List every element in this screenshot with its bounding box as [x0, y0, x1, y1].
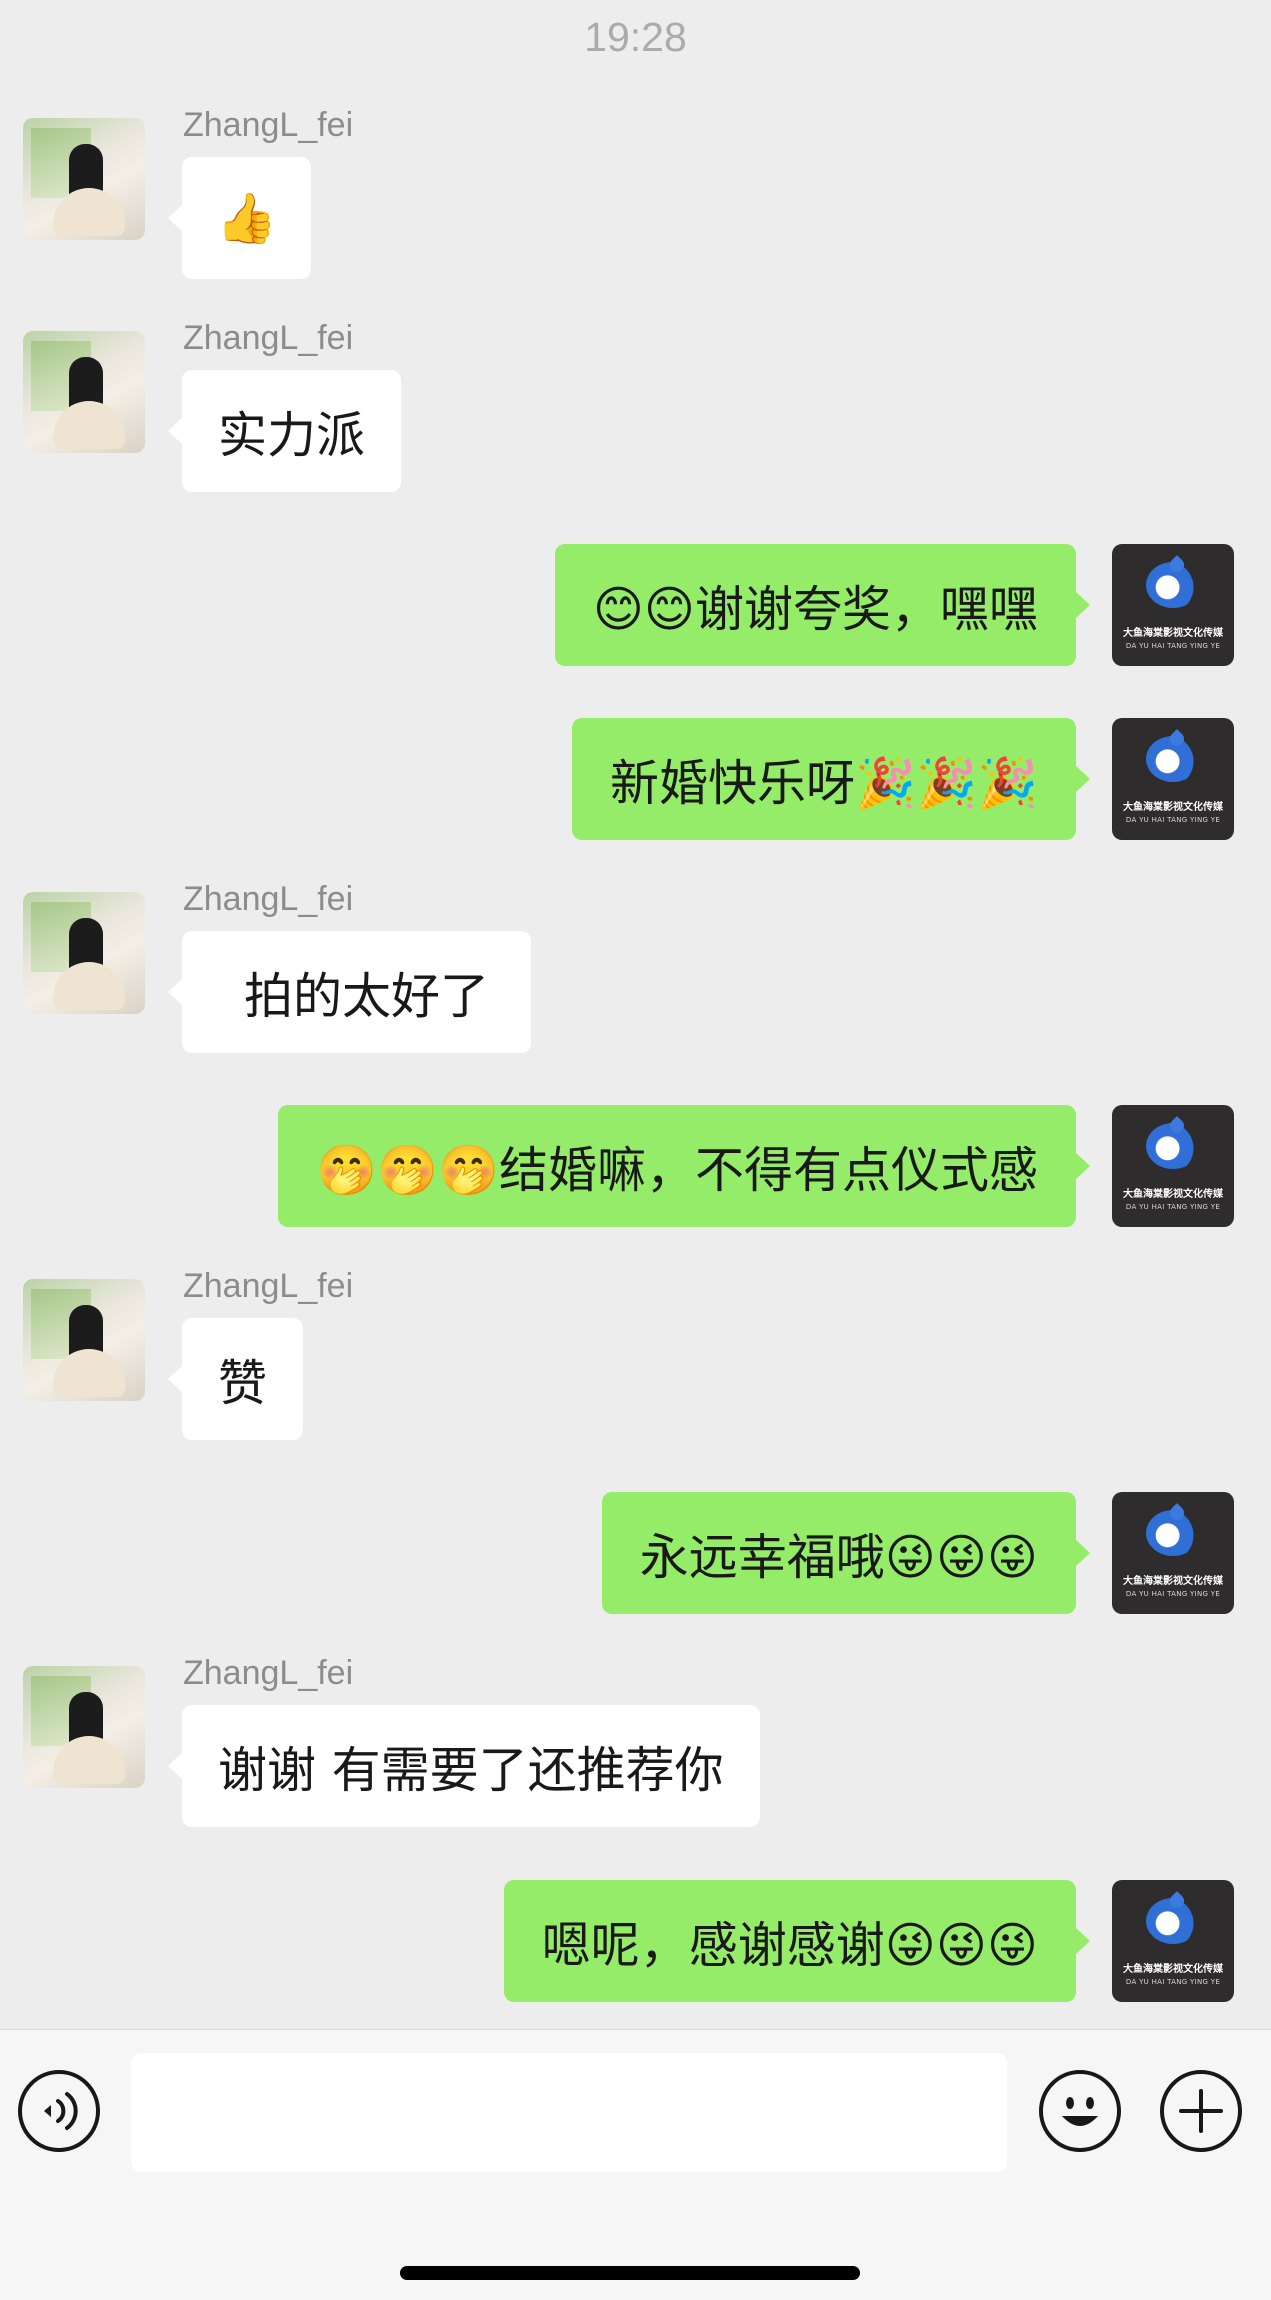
timestamp: 19:28	[584, 14, 687, 60]
friend-avatar[interactable]	[23, 331, 145, 453]
message-bubble[interactable]: 赞	[167, 1318, 304, 1440]
friend-avatar[interactable]	[23, 118, 145, 240]
message-bubble[interactable]: 永远幸福哦😜😜😜	[601, 1492, 1091, 1614]
voice-icon	[44, 2092, 78, 2130]
message-text: 实力派	[218, 406, 366, 464]
message-text: 谢谢 有需要了还推荐你	[218, 1741, 724, 1799]
message-text: 😊😊谢谢夸奖，嘿嘿	[592, 580, 1038, 638]
message-bubble[interactable]: 😊😊谢谢夸奖，嘿嘿	[554, 544, 1091, 666]
message-text: 新婚快乐呀🎉🎉🎉	[609, 754, 1038, 812]
my-avatar[interactable]: 大鱼海棠影视文化传媒 DA YU HAI TANG YING YE	[1112, 718, 1234, 840]
logo-subtext: DA YU HAI TANG YING YE	[1125, 1590, 1221, 1598]
logo-subtext: DA YU HAI TANG YING YE	[1125, 1203, 1221, 1211]
voice-button[interactable]	[18, 2070, 100, 2152]
logo-text: 大鱼海棠影视文化传媒	[1123, 1576, 1223, 1587]
plus-button[interactable]	[1160, 2070, 1242, 2152]
logo-subtext: DA YU HAI TANG YING YE	[1125, 642, 1221, 650]
message-text: 🤭🤭🤭结婚嘛，不得有点仪式感	[315, 1141, 1038, 1199]
sender-name: ZhangL_fei	[183, 106, 354, 144]
sender-name: ZhangL_fei	[183, 319, 354, 357]
message-text: 👍	[216, 189, 278, 247]
logo-text: 大鱼海棠影视文化传媒	[1123, 1189, 1223, 1200]
message-bubble[interactable]: 🤭🤭🤭结婚嘛，不得有点仪式感	[277, 1105, 1091, 1227]
sender-name: ZhangL_fei	[183, 1654, 354, 1692]
sender-name: ZhangL_fei	[183, 1267, 354, 1305]
friend-avatar[interactable]	[23, 1279, 145, 1401]
sender-name: ZhangL_fei	[183, 880, 354, 918]
my-avatar[interactable]: 大鱼海棠影视文化传媒 DA YU HAI TANG YING YE	[1112, 1880, 1234, 2002]
message-bubble[interactable]: 谢谢 有需要了还推荐你	[168, 1705, 760, 1827]
logo-text: 大鱼海棠影视文化传媒	[1123, 628, 1223, 639]
message-input[interactable]	[131, 2053, 1007, 2172]
message-text: 赞	[218, 1354, 268, 1412]
friend-avatar[interactable]	[23, 892, 145, 1014]
message-bubble[interactable]: 实力派	[167, 370, 402, 492]
message-text: 永远幸福哦😜😜😜	[639, 1528, 1038, 1586]
message-bubble[interactable]: 新婚快乐呀🎉🎉🎉	[571, 718, 1091, 840]
emoji-icon	[1062, 2097, 1098, 2126]
message-text: 嗯呢，感谢感谢😜😜😜	[541, 1916, 1038, 1974]
logo-text: 大鱼海棠影视文化传媒	[1123, 1964, 1223, 1975]
message-bubble[interactable]: 👍	[167, 157, 312, 279]
my-avatar[interactable]: 大鱼海棠影视文化传媒 DA YU HAI TANG YING YE	[1112, 1492, 1234, 1614]
my-avatar[interactable]: 大鱼海棠影视文化传媒 DA YU HAI TANG YING YE	[1112, 1105, 1234, 1227]
friend-avatar[interactable]	[23, 1666, 145, 1788]
emoji-button[interactable]	[1039, 2070, 1121, 2152]
plus-icon	[1179, 2089, 1223, 2133]
message-bubble[interactable]: 嗯呢，感谢感谢😜😜😜	[503, 1880, 1091, 2002]
logo-subtext: DA YU HAI TANG YING YE	[1125, 1978, 1221, 1986]
logo-text: 大鱼海棠影视文化传媒	[1123, 802, 1223, 813]
message-text: 拍的太好了	[244, 967, 490, 1025]
my-avatar[interactable]: 大鱼海棠影视文化传媒 DA YU HAI TANG YING YE	[1112, 544, 1234, 666]
home-indicator	[400, 2266, 860, 2280]
message-bubble[interactable]: 拍的太好了	[167, 931, 532, 1053]
input-bar	[0, 2029, 1271, 2300]
logo-subtext: DA YU HAI TANG YING YE	[1125, 816, 1221, 824]
